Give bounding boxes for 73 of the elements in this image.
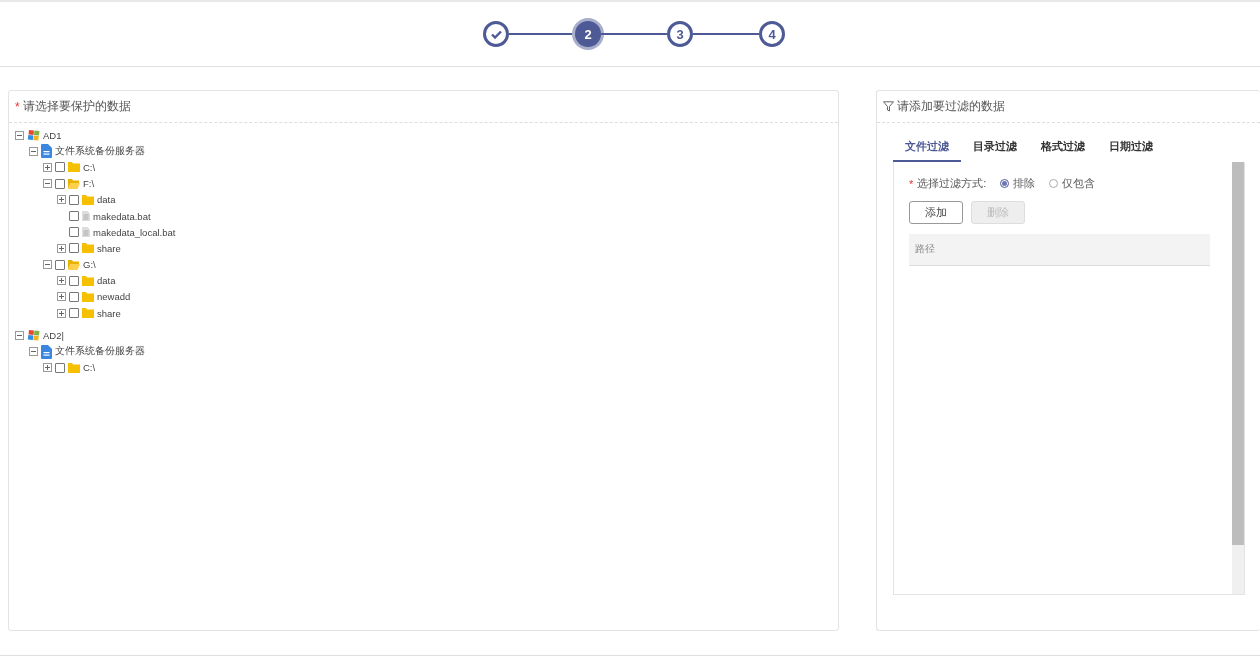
checkbox[interactable] bbox=[69, 194, 79, 205]
tree-node-label[interactable]: makedata.bat bbox=[93, 210, 151, 222]
radio-label[interactable]: 排除 bbox=[1013, 176, 1036, 191]
expand-toggle[interactable] bbox=[57, 292, 66, 302]
filter-icon bbox=[883, 101, 894, 112]
folder-icon bbox=[82, 194, 94, 205]
tree-node-label[interactable]: F:\ bbox=[83, 178, 95, 190]
tree-node-label[interactable]: data bbox=[97, 194, 116, 206]
tree-node-label[interactable]: share bbox=[97, 242, 121, 254]
tree-node-label[interactable]: share bbox=[97, 307, 121, 319]
expand-toggle[interactable] bbox=[57, 276, 66, 286]
checkbox[interactable] bbox=[55, 178, 65, 189]
expand-toggle[interactable] bbox=[57, 308, 66, 318]
open-folder-icon bbox=[68, 178, 80, 189]
windows-logo-icon bbox=[27, 129, 40, 142]
field-label: 选择过滤方式: bbox=[917, 176, 987, 191]
tree-node-label[interactable]: newadd bbox=[97, 291, 131, 303]
folder-icon bbox=[82, 275, 94, 286]
step-indicator: 2 bbox=[575, 21, 601, 47]
required-mark: * bbox=[909, 177, 914, 190]
tree-node-label[interactable]: G:\ bbox=[83, 259, 96, 271]
checkbox[interactable] bbox=[55, 259, 65, 270]
checkbox[interactable] bbox=[55, 162, 65, 173]
checkbox[interactable] bbox=[69, 275, 79, 286]
folder-icon bbox=[82, 243, 94, 254]
expand-toggle[interactable] bbox=[43, 260, 52, 270]
expand-toggle[interactable] bbox=[29, 146, 38, 156]
expand-toggle[interactable] bbox=[29, 347, 38, 357]
open-folder-icon bbox=[68, 259, 80, 270]
checkbox[interactable] bbox=[55, 362, 65, 373]
tree-node-label[interactable]: C:\ bbox=[83, 161, 96, 173]
radio-label[interactable]: 仅包含 bbox=[1062, 176, 1096, 191]
file-icon bbox=[82, 211, 90, 222]
windows-logo-icon bbox=[27, 329, 40, 342]
step-indicator: 4 bbox=[759, 21, 785, 47]
required-mark: * bbox=[15, 99, 20, 114]
document-icon bbox=[41, 144, 52, 159]
tree-node-label[interactable]: 文件系统备份服务器 bbox=[55, 345, 145, 359]
check-icon bbox=[490, 29, 502, 39]
file-icon bbox=[82, 227, 90, 238]
expand-toggle[interactable] bbox=[57, 195, 66, 205]
column-header: 路径 bbox=[915, 243, 935, 256]
tree-node-label[interactable]: 文件系统备份服务器 bbox=[55, 144, 145, 158]
filter-tab[interactable]: 目录过滤 bbox=[961, 135, 1029, 162]
folder-icon bbox=[82, 308, 94, 319]
checkbox[interactable] bbox=[69, 291, 79, 302]
tree-node-label[interactable]: C:\ bbox=[83, 362, 96, 374]
expand-toggle[interactable] bbox=[57, 243, 66, 253]
expand-toggle[interactable] bbox=[43, 162, 52, 172]
checkbox[interactable] bbox=[69, 243, 79, 254]
expand-toggle[interactable] bbox=[15, 330, 24, 340]
filter-tab[interactable]: 格式过滤 bbox=[1029, 135, 1097, 162]
panel-title: 请选择要保护的数据 bbox=[22, 98, 131, 115]
filter-tab[interactable]: 文件过滤 bbox=[893, 135, 961, 162]
tree-node-label[interactable]: makedata_local.bat bbox=[93, 226, 176, 238]
expand-toggle[interactable] bbox=[15, 130, 24, 140]
expand-toggle[interactable] bbox=[43, 179, 52, 189]
scrollbar[interactable] bbox=[1232, 162, 1244, 594]
checkbox[interactable] bbox=[69, 227, 79, 238]
tree-node-label[interactable]: data bbox=[97, 275, 116, 287]
action-button[interactable]: 添加 bbox=[909, 201, 963, 224]
tree-node-label[interactable]: AD2| bbox=[43, 329, 64, 341]
step-indicator: 3 bbox=[667, 21, 693, 47]
folder-icon bbox=[68, 362, 80, 373]
checkbox[interactable] bbox=[69, 308, 79, 319]
tree-node-label[interactable]: AD1 bbox=[43, 129, 62, 141]
filter-tab[interactable]: 日期过滤 bbox=[1097, 135, 1165, 162]
document-icon bbox=[41, 344, 52, 359]
expand-toggle[interactable] bbox=[43, 363, 52, 373]
folder-icon bbox=[82, 291, 94, 302]
checkbox[interactable] bbox=[69, 211, 79, 222]
folder-icon bbox=[68, 162, 80, 173]
panel-title: 请添加要过滤的数据 bbox=[897, 98, 1005, 115]
